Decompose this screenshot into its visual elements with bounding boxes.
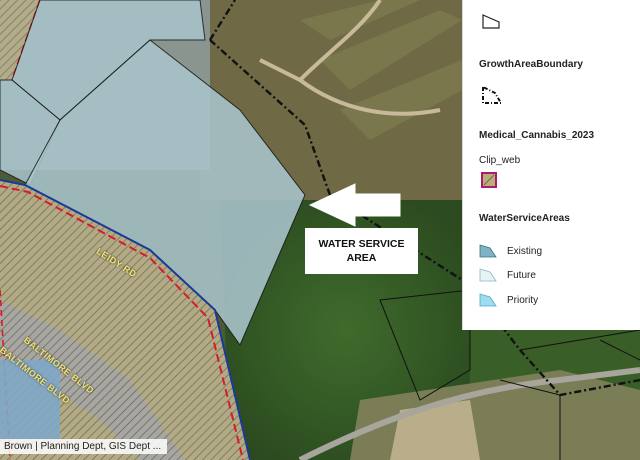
existing-swatch [479, 244, 497, 258]
attribution: Brown | Planning Dept, GIS Dept ... [0, 439, 168, 454]
legend-class-existing: Existing [479, 242, 542, 260]
legend-layer-title-growth: GrowthAreaBoundary [479, 59, 583, 70]
legend-class-priority: Priority [479, 291, 538, 309]
priority-swatch [479, 293, 497, 307]
flag-outline-icon [482, 14, 500, 29]
legend-class-label-existing: Existing [507, 245, 543, 257]
water-service-area-label: WATER SERVICE AREA [305, 228, 418, 274]
cannabis-clip-swatch [481, 172, 497, 188]
future-swatch [479, 268, 497, 282]
legend-sublabel-clip: Clip_web [479, 155, 521, 166]
legend-class-label-priority: Priority [507, 294, 539, 306]
legend-panel: GrowthAreaBoundary Medical_Cannabis_2023… [462, 0, 640, 330]
legend-class-label-future: Future [507, 269, 536, 281]
legend-layer-title-cannabis: Medical_Cannabis_2023 [479, 130, 595, 141]
legend-class-future: Future [479, 266, 536, 284]
legend-layer-title-water: WaterServiceAreas [479, 213, 570, 224]
dashed-polygon-icon [482, 85, 503, 104]
